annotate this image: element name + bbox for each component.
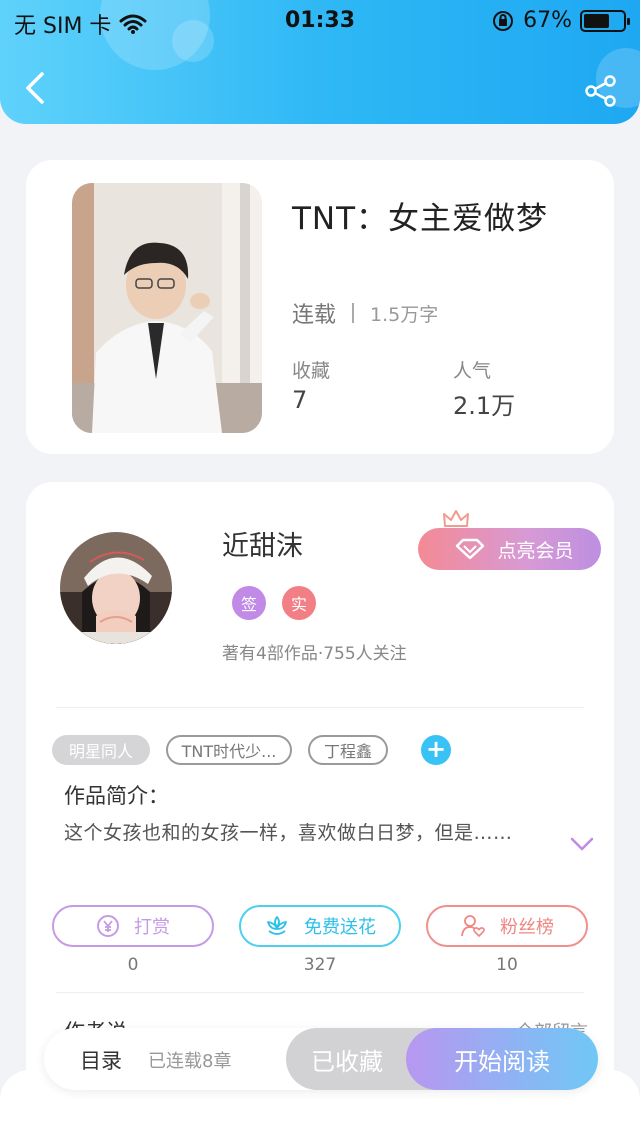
rotation-lock-icon <box>493 10 514 31</box>
book-meta: 连载 1.5万字 <box>292 297 438 329</box>
add-tag-button[interactable]: + <box>421 735 451 765</box>
reward-button[interactable]: 打赏 <box>52 905 214 947</box>
intro-label: 作品简介： <box>64 784 169 808</box>
start-reading-button[interactable]: 开始阅读 <box>406 1028 598 1090</box>
fans-ranking-label: 粉丝榜 <box>500 917 554 938</box>
fans-ranking-button[interactable]: 粉丝榜 <box>426 905 588 947</box>
vip-button-label: 点亮会员 <box>497 539 574 562</box>
header-bar: 无 SIM 卡 01:33 67% <box>0 0 640 124</box>
fans-count: 10 <box>496 955 518 975</box>
signed-badge: 签 <box>232 586 266 620</box>
reward-count: 0 <box>127 955 139 975</box>
popularity-label: 人气 <box>453 360 492 382</box>
user-heart-icon <box>461 915 485 938</box>
author-stats: 著有4部作品·755人关注 <box>222 644 407 664</box>
status-bar: 无 SIM 卡 01:33 67% <box>0 0 640 40</box>
section-divider <box>56 707 584 708</box>
send-flower-button[interactable]: 免费送花 <box>239 905 401 947</box>
battery-percent: 67% <box>523 8 572 33</box>
tag-item[interactable]: 丁程鑫 <box>308 735 388 765</box>
favorites-label: 收藏 <box>292 360 331 382</box>
author-name: 近甜沫 <box>222 531 303 562</box>
share-icon[interactable] <box>584 74 618 108</box>
yen-coin-icon <box>97 915 119 937</box>
bottom-action-bar: 目录 已连载8章 已收藏 开始阅读 <box>44 1028 598 1090</box>
serial-status: 连载 <box>292 303 337 328</box>
verified-badge: 实 <box>282 586 316 620</box>
book-info-card: TNT：女主爱做梦 连载 1.5万字 收藏 7 人气 2.1万 <box>26 160 614 454</box>
book-title: TNT：女主爱做梦 <box>292 201 549 237</box>
flower-icon <box>267 916 287 935</box>
book-cover[interactable] <box>72 183 262 433</box>
tag-item[interactable]: 明星同人 <box>52 735 150 765</box>
crown-icon <box>443 510 469 527</box>
meta-divider <box>352 303 355 323</box>
chapter-count: 已连载8章 <box>148 1051 232 1072</box>
back-icon[interactable] <box>20 70 50 106</box>
battery-fill <box>584 13 610 28</box>
word-count: 1.5万字 <box>370 303 439 326</box>
popularity-value: 2.1万 <box>453 392 516 420</box>
chevron-down-icon[interactable] <box>570 836 594 852</box>
send-flower-label: 免费送花 <box>304 917 376 938</box>
diamond-icon <box>456 538 485 560</box>
author-avatar[interactable] <box>60 532 172 644</box>
section-divider <box>56 992 584 993</box>
battery-icon <box>580 9 630 32</box>
reward-label: 打赏 <box>134 917 170 938</box>
toc-button[interactable]: 目录 <box>80 1045 122 1075</box>
collected-label: 已收藏 <box>311 1047 383 1076</box>
tag-item[interactable]: TNT时代少... <box>166 735 292 765</box>
flower-count: 327 <box>303 955 337 975</box>
favorites-value: 7 <box>292 386 308 414</box>
vip-button[interactable]: 点亮会员 <box>418 528 601 570</box>
intro-text: 这个女孩也和的女孩一样，喜欢做白日梦，但是…… <box>64 822 513 844</box>
